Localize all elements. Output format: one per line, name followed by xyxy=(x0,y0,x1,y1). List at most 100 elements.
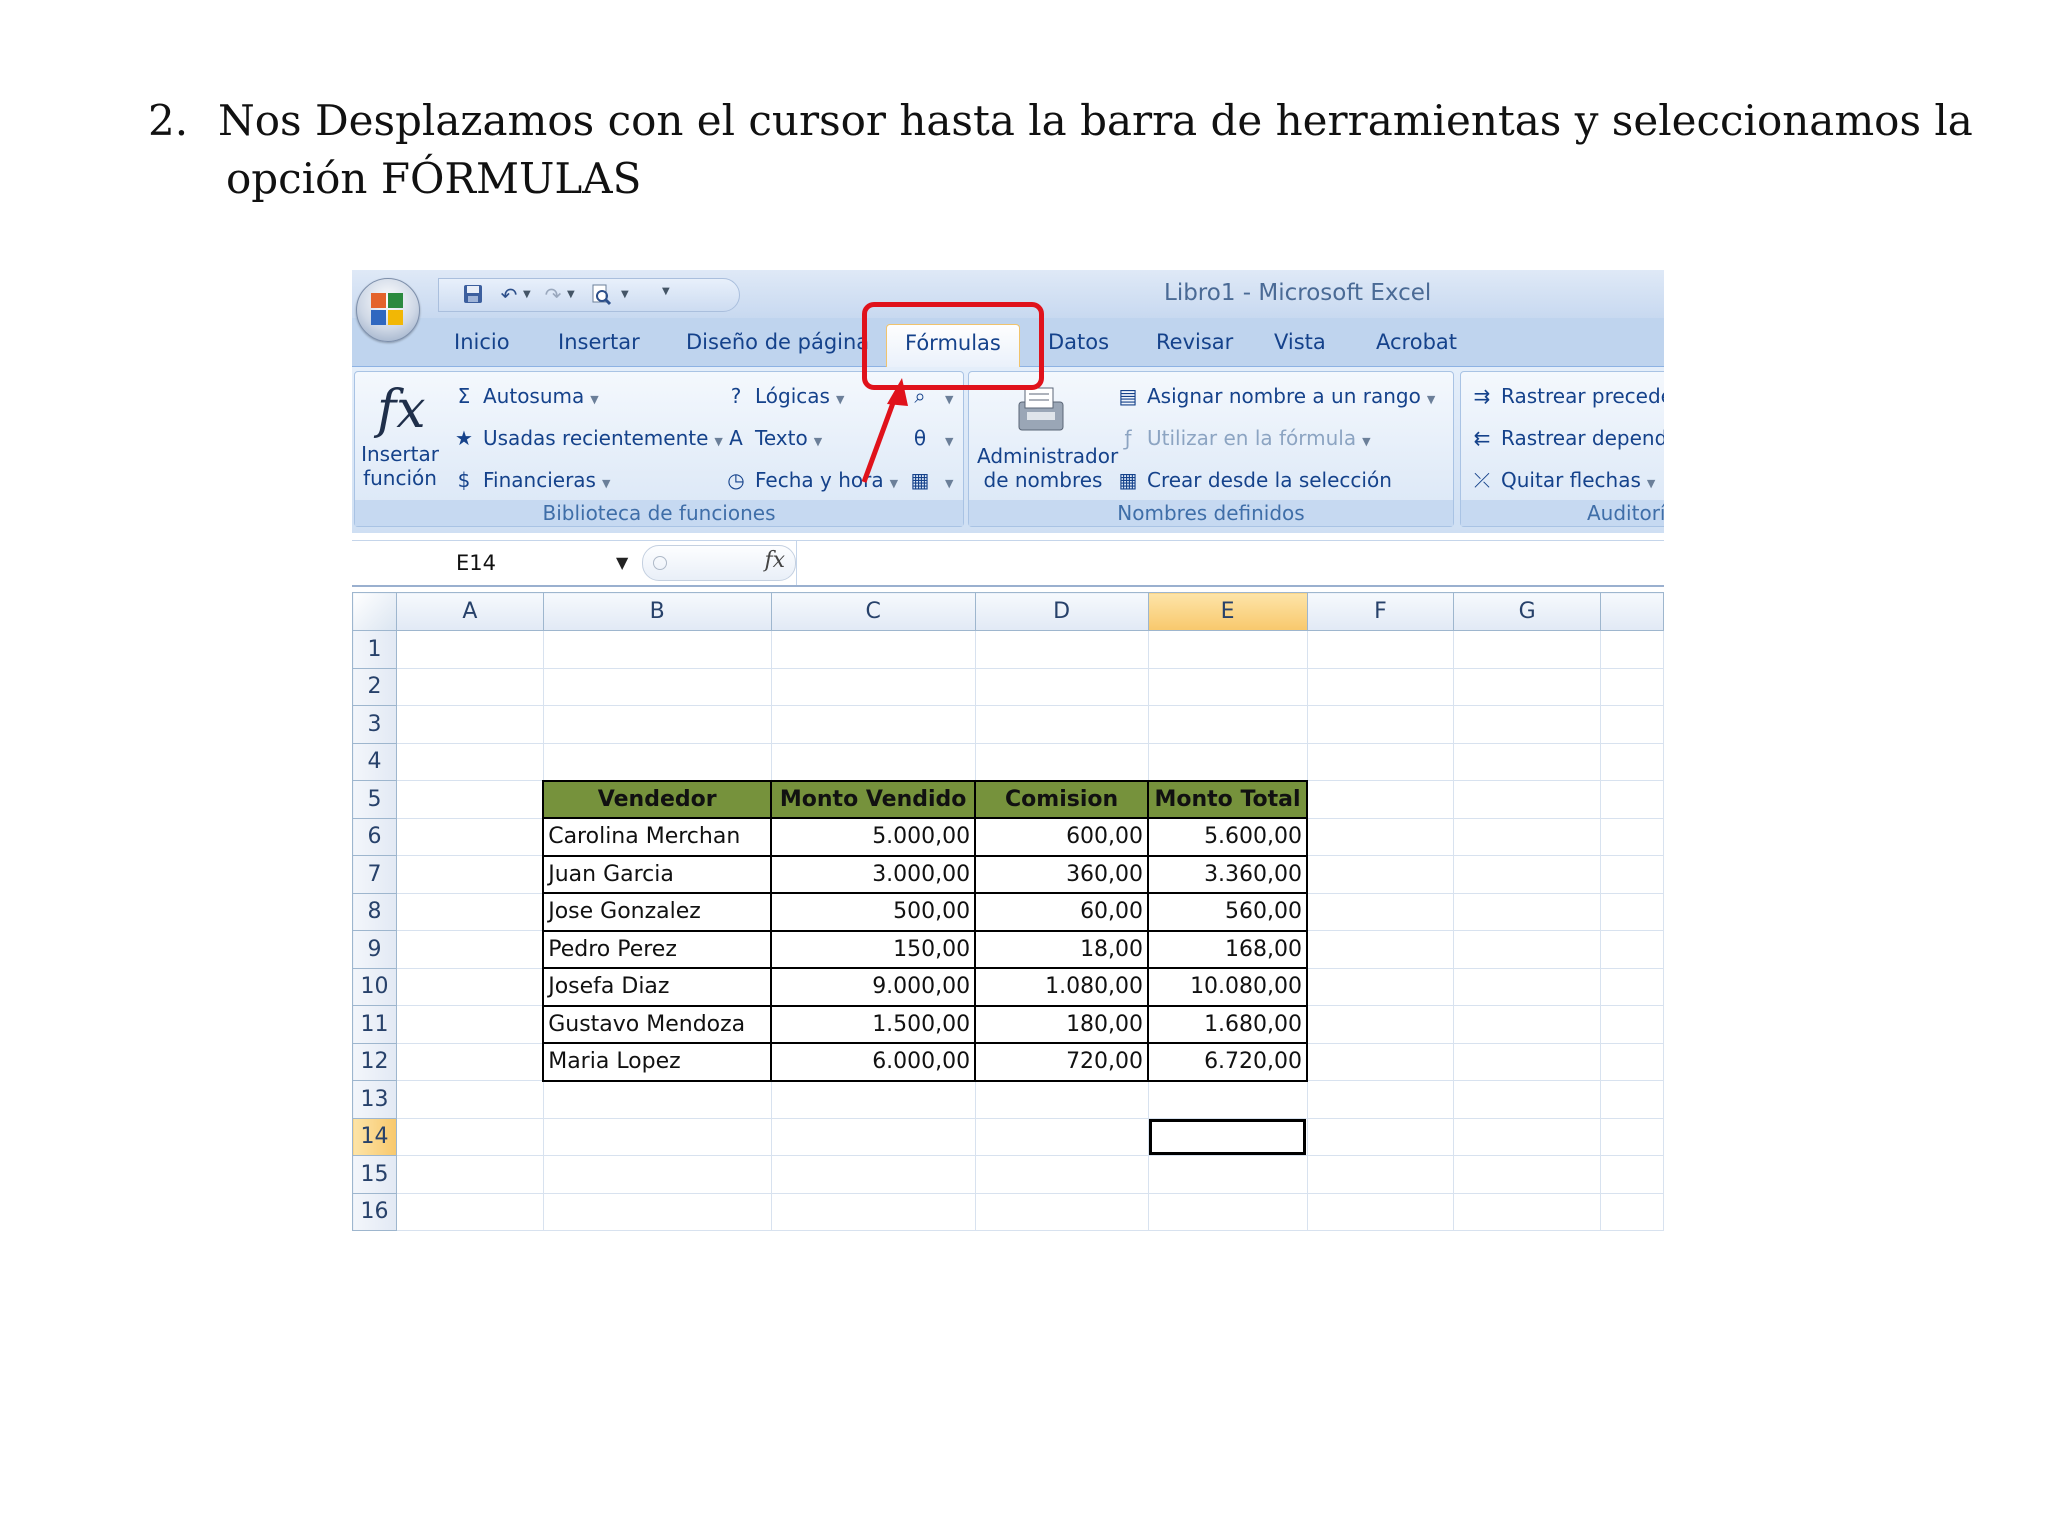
row-header[interactable]: 1 xyxy=(352,630,397,669)
amount-cell[interactable]: 600,00 xyxy=(974,817,1150,857)
cell[interactable] xyxy=(395,1005,544,1044)
vendedor-cell[interactable]: Maria Lopez xyxy=(542,1042,773,1082)
cell[interactable] xyxy=(1453,930,1602,969)
cell[interactable] xyxy=(1600,892,1664,931)
amount-cell[interactable]: 10.080,00 xyxy=(1147,967,1309,1007)
amount-cell[interactable]: 3.360,00 xyxy=(1147,854,1309,894)
active-cell-e14[interactable] xyxy=(1147,1117,1308,1156)
amount-cell[interactable]: 6.000,00 xyxy=(770,1042,977,1082)
amount-cell[interactable]: 3.000,00 xyxy=(770,854,977,894)
cell[interactable] xyxy=(395,705,544,744)
cell[interactable] xyxy=(1147,742,1308,781)
amount-cell[interactable]: 5.600,00 xyxy=(1147,817,1309,857)
vendedor-cell[interactable]: Pedro Perez xyxy=(542,929,773,969)
cell[interactable] xyxy=(542,630,772,669)
cell[interactable] xyxy=(1306,930,1455,969)
vendedor-cell[interactable]: Gustavo Mendoza xyxy=(542,1004,773,1044)
cell[interactable] xyxy=(1453,817,1602,856)
cell[interactable] xyxy=(770,667,976,706)
cell[interactable] xyxy=(1453,1117,1602,1156)
cell[interactable] xyxy=(1306,1080,1455,1119)
col-header-c[interactable]: C xyxy=(770,592,976,631)
col-header-a[interactable]: A xyxy=(395,592,544,631)
row-header[interactable]: 5 xyxy=(352,780,397,819)
cell[interactable] xyxy=(1453,967,1602,1006)
cell[interactable] xyxy=(1453,1192,1602,1231)
cell[interactable] xyxy=(542,705,772,744)
cell[interactable] xyxy=(395,742,544,781)
cell[interactable] xyxy=(395,817,544,856)
cell[interactable] xyxy=(542,1155,772,1194)
cell[interactable] xyxy=(395,1117,544,1156)
amount-cell[interactable]: 18,00 xyxy=(974,929,1150,969)
cell[interactable] xyxy=(770,1155,976,1194)
cell[interactable] xyxy=(1453,667,1602,706)
cell[interactable] xyxy=(1147,1192,1308,1231)
cell[interactable] xyxy=(1306,855,1455,894)
cell[interactable] xyxy=(1600,1155,1664,1194)
row-header[interactable]: 12 xyxy=(352,1042,397,1081)
cell[interactable] xyxy=(1453,892,1602,931)
amount-cell[interactable]: 180,00 xyxy=(974,1004,1150,1044)
amount-cell[interactable]: 1.680,00 xyxy=(1147,1004,1309,1044)
cell[interactable] xyxy=(1306,1117,1455,1156)
select-all-corner[interactable] xyxy=(352,592,397,631)
cell[interactable] xyxy=(1306,705,1455,744)
vendedor-cell[interactable]: Carolina Merchan xyxy=(542,817,773,857)
row-header[interactable]: 3 xyxy=(352,705,397,744)
cell[interactable] xyxy=(1453,1080,1602,1119)
cell[interactable] xyxy=(395,892,544,931)
cell[interactable] xyxy=(542,1192,772,1231)
cell[interactable] xyxy=(974,667,1149,706)
cell[interactable] xyxy=(395,1042,544,1081)
row-header[interactable]: 6 xyxy=(352,817,397,856)
cell[interactable] xyxy=(395,930,544,969)
amount-cell[interactable]: 500,00 xyxy=(770,892,977,932)
cell[interactable] xyxy=(1147,1080,1308,1119)
cell[interactable] xyxy=(395,1155,544,1194)
cell[interactable] xyxy=(1453,630,1602,669)
amount-cell[interactable]: 720,00 xyxy=(974,1042,1150,1082)
cell[interactable] xyxy=(1147,630,1308,669)
cell[interactable] xyxy=(770,1192,976,1231)
cell[interactable] xyxy=(1306,667,1455,706)
amount-cell[interactable]: 560,00 xyxy=(1147,892,1309,932)
cell[interactable] xyxy=(1600,1005,1664,1044)
cell[interactable] xyxy=(1147,667,1308,706)
cell[interactable] xyxy=(1453,1005,1602,1044)
cell[interactable] xyxy=(395,855,544,894)
row-header[interactable]: 2 xyxy=(352,667,397,706)
cell[interactable] xyxy=(1306,1042,1455,1081)
row-header[interactable]: 7 xyxy=(352,855,397,894)
cell[interactable] xyxy=(974,1155,1149,1194)
row-header[interactable]: 10 xyxy=(352,967,397,1006)
vendedor-cell[interactable]: Juan Garcia xyxy=(542,854,773,894)
cell[interactable] xyxy=(1306,967,1455,1006)
cell[interactable] xyxy=(770,1117,976,1156)
cell[interactable] xyxy=(395,1192,544,1231)
col-header-g[interactable]: G xyxy=(1453,592,1602,631)
cell[interactable] xyxy=(1306,892,1455,931)
amount-cell[interactable]: 168,00 xyxy=(1147,929,1309,969)
cell[interactable] xyxy=(395,630,544,669)
cell[interactable] xyxy=(542,1080,772,1119)
col-header-b[interactable]: B xyxy=(542,592,772,631)
vendedor-cell[interactable]: Josefa Diaz xyxy=(542,967,773,1007)
cell[interactable] xyxy=(1600,1042,1664,1081)
cell[interactable] xyxy=(1306,1155,1455,1194)
cell[interactable] xyxy=(770,742,976,781)
col-header-d[interactable]: D xyxy=(974,592,1149,631)
cell[interactable] xyxy=(1453,705,1602,744)
cell[interactable] xyxy=(974,1117,1149,1156)
table-header-cell[interactable]: Monto Vendido xyxy=(770,779,977,819)
cell[interactable] xyxy=(395,780,544,819)
amount-cell[interactable]: 1.080,00 xyxy=(974,967,1150,1007)
cell[interactable] xyxy=(974,1192,1149,1231)
cell[interactable] xyxy=(1306,742,1455,781)
cell[interactable] xyxy=(770,630,976,669)
cell[interactable] xyxy=(974,1080,1149,1119)
row-header[interactable]: 4 xyxy=(352,742,397,781)
cell[interactable] xyxy=(1600,630,1664,669)
cell[interactable] xyxy=(1306,1192,1455,1231)
row-header[interactable]: 8 xyxy=(352,892,397,931)
